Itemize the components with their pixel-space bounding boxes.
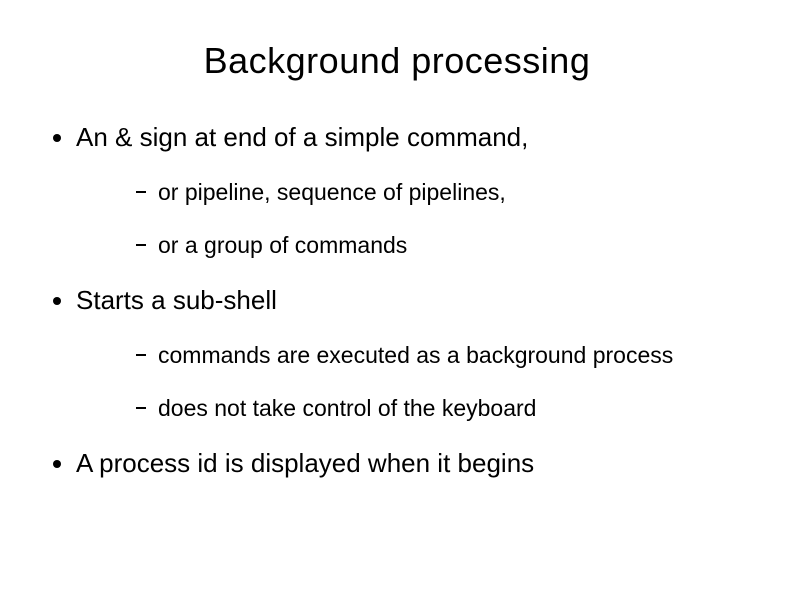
sub-list-item: or pipeline, sequence of pipelines, bbox=[136, 179, 764, 206]
list-item-text: Starts a sub-shell bbox=[76, 285, 277, 315]
list-item: Starts a sub-shell commands are executed… bbox=[76, 285, 764, 422]
list-item-text: An & sign at end of a simple command, bbox=[76, 122, 528, 152]
sub-list-item: or a group of commands bbox=[136, 232, 764, 259]
list-item: A process id is displayed when it begins bbox=[76, 448, 764, 479]
sub-list-item: commands are executed as a background pr… bbox=[136, 342, 764, 369]
bullet-list: An & sign at end of a simple command, or… bbox=[30, 122, 764, 479]
list-item: An & sign at end of a simple command, or… bbox=[76, 122, 764, 259]
sub-list: or pipeline, sequence of pipelines, or a… bbox=[76, 179, 764, 259]
sub-list-item: does not take control of the keyboard bbox=[136, 395, 764, 422]
slide-title: Background processing bbox=[30, 40, 764, 82]
list-item-text: A process id is displayed when it begins bbox=[76, 448, 534, 478]
sub-list: commands are executed as a background pr… bbox=[76, 342, 764, 422]
